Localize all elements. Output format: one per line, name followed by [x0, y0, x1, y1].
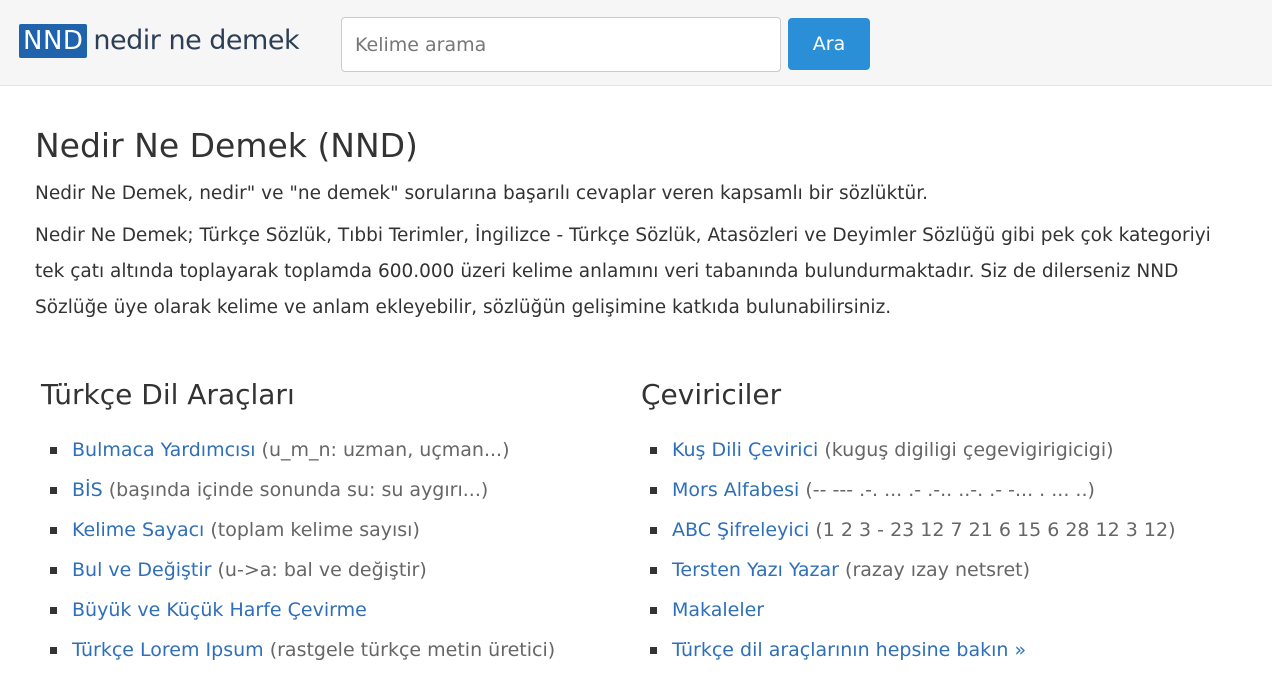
- list-item: Büyük ve Küçük Harfe Çevirme: [41, 590, 601, 630]
- list-item: Tersten Yazı Yazar (razay ızay netsret): [641, 550, 1241, 590]
- list-item: ABC Şifreleyici (1 2 3 - 23 12 7 21 6 15…: [641, 510, 1241, 550]
- bullet-icon: [650, 447, 657, 454]
- tool-link-kelime-sayaci[interactable]: Kelime Sayacı: [72, 519, 204, 541]
- site-header: NND nedir ne demek Ara: [0, 0, 1272, 86]
- tools-heading: Türkçe Dil Araçları: [41, 378, 295, 411]
- search-button[interactable]: Ara: [788, 18, 870, 70]
- description-text: Nedir Ne Demek; Türkçe Sözlük, Tıbbi Ter…: [35, 225, 1211, 318]
- bullet-icon: [50, 647, 57, 654]
- bullet-icon: [650, 647, 657, 654]
- bullet-icon: [50, 447, 57, 454]
- translator-note: (razay ızay netsret): [845, 559, 1031, 581]
- search-input[interactable]: [341, 17, 781, 72]
- page-title: Nedir Ne Demek (NND): [35, 126, 418, 165]
- bullet-icon: [50, 487, 57, 494]
- translators-section: Çeviriciler Kuş Dili Çevirici (kuguş dig…: [641, 372, 1241, 670]
- tool-link-bul-degistir[interactable]: Bul ve Değiştir: [72, 559, 211, 581]
- site-logo[interactable]: NND nedir ne demek: [19, 24, 300, 58]
- tool-link-lorem-ipsum[interactable]: Türkçe Lorem Ipsum: [72, 639, 264, 661]
- translator-link-kus-dili[interactable]: Kuş Dili Çevirici: [672, 439, 818, 461]
- bullet-icon: [650, 487, 657, 494]
- translator-note: (1 2 3 - 23 12 7 21 6 15 6 28 12 3 12): [815, 519, 1176, 541]
- translator-link-hepsi[interactable]: Türkçe dil araçlarının hepsine bakın »: [672, 639, 1026, 661]
- list-item: BİS (başında içinde sonunda su: su aygır…: [41, 470, 601, 510]
- logo-text: nedir ne demek: [93, 25, 300, 56]
- list-item: Makaleler: [641, 590, 1241, 630]
- translator-link-makaleler[interactable]: Makaleler: [672, 599, 764, 621]
- main-content: Nedir Ne Demek (NND) Nedir Ne Demek, ned…: [35, 120, 1245, 326]
- translator-note: (-- --- .-. ... .- .-.. ..-. .- -... . .…: [805, 479, 1095, 501]
- tool-note: (u_m_n: uzman, uçman...): [261, 439, 510, 461]
- bullet-icon: [650, 607, 657, 614]
- list-item: Kelime Sayacı (toplam kelime sayısı): [41, 510, 601, 550]
- tool-note: (u->a: bal ve değiştir): [217, 559, 427, 581]
- translator-link-mors[interactable]: Mors Alfabesi: [672, 479, 799, 501]
- intro-text: Nedir Ne Demek, nedir" ve "ne demek" sor…: [35, 183, 929, 204]
- tool-link-bulmaca[interactable]: Bulmaca Yardımcısı: [72, 439, 256, 461]
- translator-link-tersten[interactable]: Tersten Yazı Yazar: [672, 559, 839, 581]
- tool-note: (rastgele türkçe metin üretici): [269, 639, 556, 661]
- list-item: Türkçe dil araçlarının hepsine bakın »: [641, 630, 1241, 670]
- tools-list: Bulmaca Yardımcısı (u_m_n: uzman, uçman.…: [41, 430, 601, 670]
- tool-note: (toplam kelime sayısı): [210, 519, 420, 541]
- bullet-icon: [50, 607, 57, 614]
- translators-heading: Çeviriciler: [641, 378, 782, 411]
- bullet-icon: [650, 527, 657, 534]
- logo-badge: NND: [19, 24, 88, 58]
- tool-link-bis[interactable]: BİS: [72, 479, 103, 501]
- tool-note: (başında içinde sonunda su: su aygırı...…: [108, 479, 489, 501]
- list-item: Bulmaca Yardımcısı (u_m_n: uzman, uçman.…: [41, 430, 601, 470]
- list-item: Mors Alfabesi (-- --- .-. ... .- .-.. ..…: [641, 470, 1241, 510]
- tools-section: Türkçe Dil Araçları Bulmaca Yardımcısı (…: [41, 372, 601, 670]
- translator-note: (kuguş digiligi çegevigirigicigi): [824, 439, 1114, 461]
- list-item: Bul ve Değiştir (u->a: bal ve değiştir): [41, 550, 601, 590]
- bullet-icon: [50, 567, 57, 574]
- translator-link-abc[interactable]: ABC Şifreleyici: [672, 519, 809, 541]
- bullet-icon: [650, 567, 657, 574]
- list-item: Kuş Dili Çevirici (kuguş digiligi çegevi…: [641, 430, 1241, 470]
- translators-list: Kuş Dili Çevirici (kuguş digiligi çegevi…: [641, 430, 1241, 670]
- bullet-icon: [50, 527, 57, 534]
- tool-link-harf-cevirme[interactable]: Büyük ve Küçük Harfe Çevirme: [72, 599, 367, 621]
- list-item: Türkçe Lorem Ipsum (rastgele türkçe meti…: [41, 630, 601, 670]
